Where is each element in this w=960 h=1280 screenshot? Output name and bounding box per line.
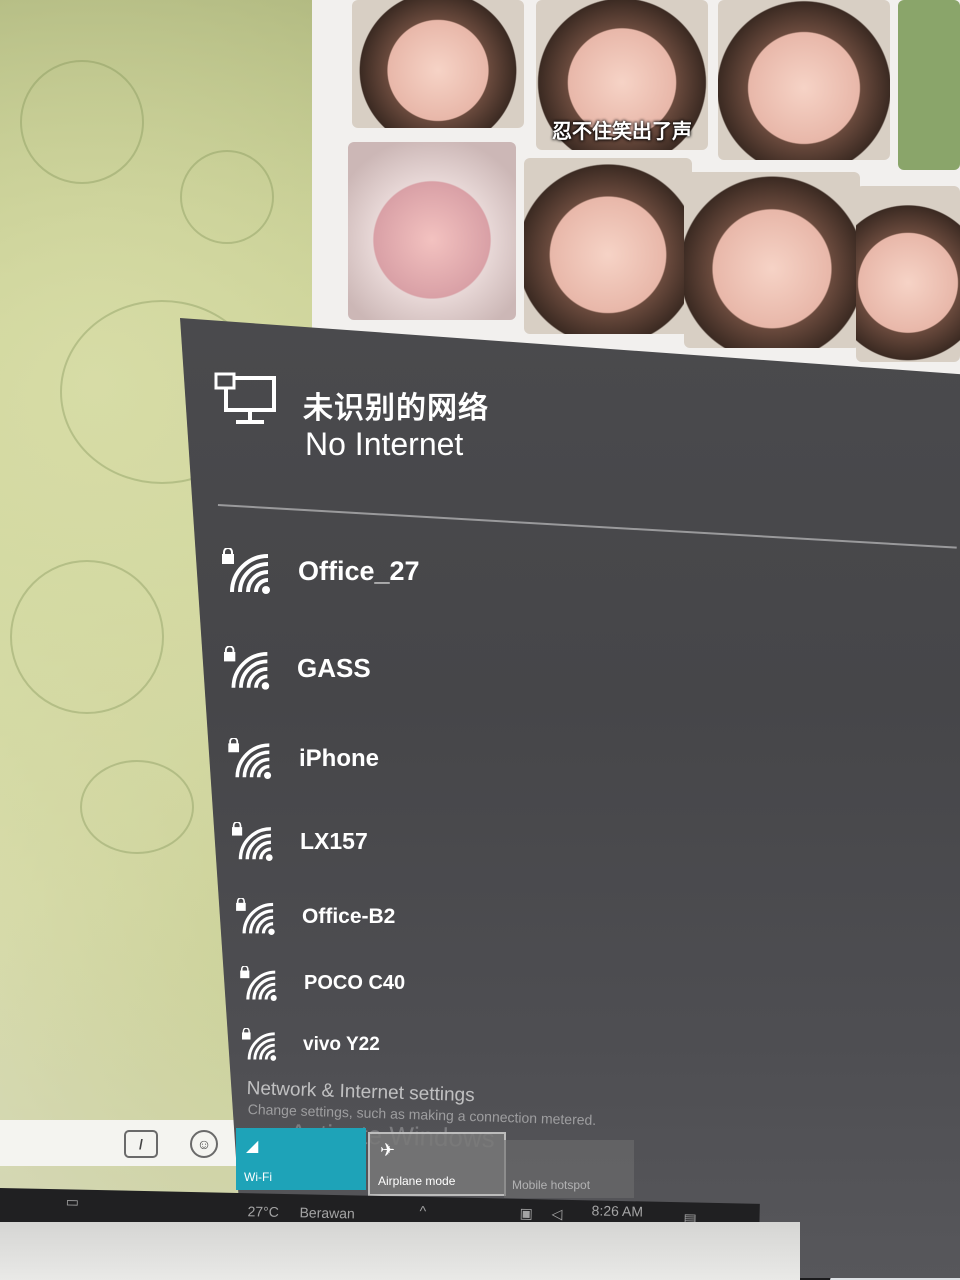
taskbar-app-icon[interactable]: ▭ <box>66 1193 80 1210</box>
wifi-network-item[interactable]: LX157 <box>232 822 368 861</box>
wifi-network-name: GASS <box>297 652 371 683</box>
volume-icon[interactable]: ◁ <box>551 1206 562 1223</box>
wifi-lock-icon <box>224 646 270 690</box>
wifi-network-item[interactable]: GASS <box>224 646 371 690</box>
wifi-network-item[interactable]: Office_27 <box>222 548 420 594</box>
sticker[interactable]: 忍不住笑出了声 <box>536 0 708 150</box>
wifi-lock-icon <box>242 1028 277 1061</box>
connected-network-name[interactable]: 未识别的网络 <box>303 383 489 427</box>
sticker[interactable] <box>898 0 960 170</box>
wifi-network-item[interactable]: iPhone <box>228 738 379 779</box>
sticker[interactable] <box>856 186 960 362</box>
emoji-icon[interactable]: ☺ <box>190 1130 218 1158</box>
network-tray-icon[interactable]: ▣ <box>519 1205 533 1222</box>
sticker[interactable] <box>352 0 524 128</box>
monitor-bezel <box>0 1222 800 1280</box>
clock-time[interactable]: 8:26 AM <box>591 1202 643 1219</box>
weather-temperature[interactable]: 27°C <box>247 1203 279 1220</box>
wifi-network-name: LX157 <box>300 828 368 854</box>
wallpaper-doodle <box>20 60 144 184</box>
wifi-network-item[interactable]: POCO C40 <box>240 966 405 1001</box>
wifi-network-item[interactable]: vivo Y22 <box>242 1028 380 1061</box>
wifi-lock-icon <box>232 822 273 861</box>
sticker-grid: 忍不住笑出了声 <box>312 0 960 380</box>
tile-label: Mobile hotspot <box>512 1178 591 1192</box>
sticker[interactable] <box>718 0 890 160</box>
wifi-network-item[interactable]: Office-B2 <box>236 898 395 935</box>
attach-file-icon[interactable]: / <box>124 1130 158 1158</box>
sticker[interactable] <box>684 172 860 348</box>
tile-label: Wi-Fi <box>244 1170 272 1184</box>
airplane-icon: ✈ <box>380 1140 396 1160</box>
wifi-network-name: vivo Y22 <box>303 1033 380 1055</box>
chat-input-toolbar: / ☺ <box>0 1120 240 1166</box>
wifi-lock-icon <box>240 966 277 1001</box>
sticker-caption: 忍不住笑出了声 <box>552 121 692 143</box>
wifi-network-name: POCO C40 <box>304 972 406 994</box>
wallpaper-doodle <box>180 150 274 244</box>
sticker[interactable] <box>348 142 516 320</box>
sticker[interactable] <box>524 158 692 334</box>
chevron-up-icon[interactable]: ^ <box>419 1203 426 1219</box>
tile-label: Airplane mode <box>378 1174 456 1188</box>
wallpaper-doodle <box>10 560 164 714</box>
wallpaper-doodle <box>80 760 194 854</box>
connection-status: No Internet <box>305 426 464 462</box>
wifi-lock-icon <box>236 898 275 935</box>
mobile-hotspot-tile[interactable]: Mobile hotspot <box>504 1140 634 1198</box>
wifi-lock-icon <box>222 548 270 594</box>
wifi-network-name: Office-B2 <box>302 904 396 928</box>
wifi-network-name: iPhone <box>299 744 380 772</box>
wifi-network-name: Office_27 <box>298 555 420 586</box>
weather-description[interactable]: Berawan <box>299 1204 355 1221</box>
ethernet-network-icon <box>214 372 276 424</box>
wifi-lock-icon <box>228 738 272 779</box>
wifi-icon: ◢ <box>246 1138 259 1155</box>
wifi-toggle-tile[interactable]: ◢ Wi-Fi <box>236 1128 366 1190</box>
airplane-mode-tile[interactable]: ✈ Airplane mode <box>368 1132 506 1196</box>
